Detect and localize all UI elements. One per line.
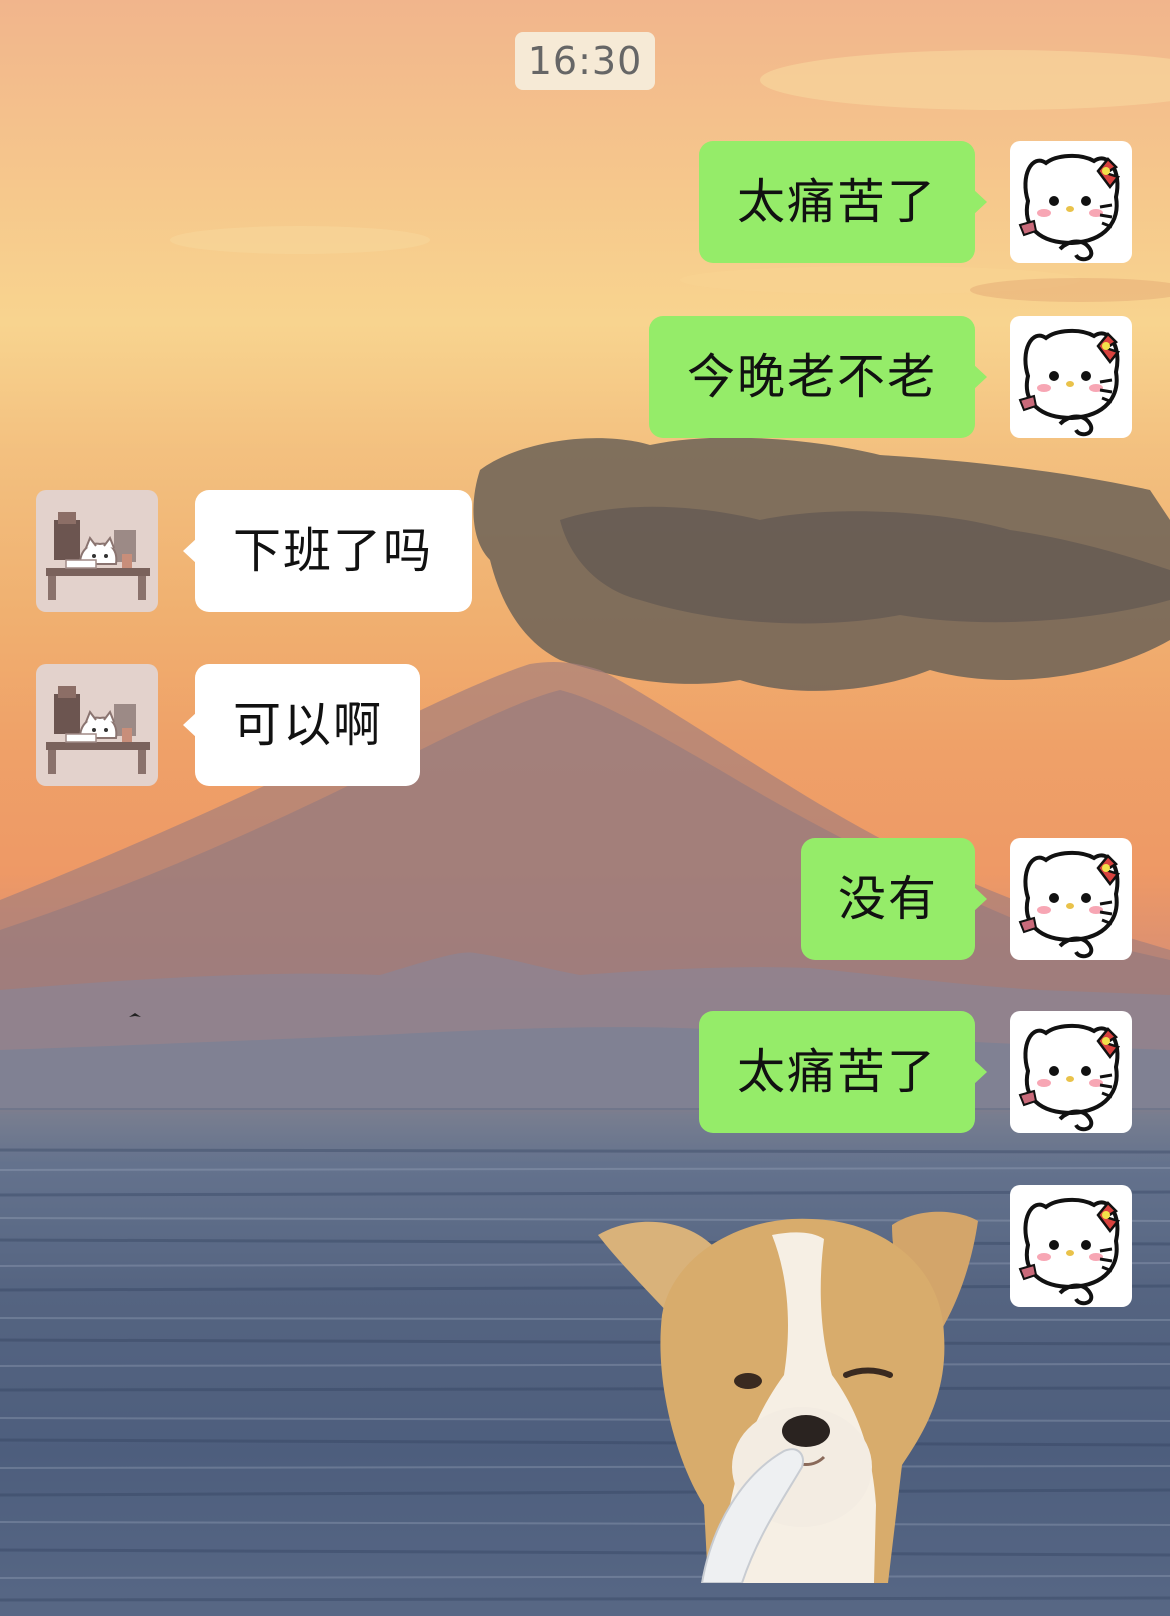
self-avatar[interactable] xyxy=(1010,1185,1132,1307)
sent-message-bubble[interactable]: 没有 xyxy=(801,838,987,960)
hello-kitty-avatar-icon xyxy=(1010,316,1132,438)
self-avatar[interactable] xyxy=(1010,838,1132,960)
received-message-bubble[interactable]: 可以啊 xyxy=(183,664,420,786)
winking-dog-sticker[interactable] xyxy=(592,1205,978,1583)
sent-message-bubble[interactable]: 太痛苦了 xyxy=(699,1011,987,1133)
sent-message-bubble[interactable]: 今晚老不老 xyxy=(649,316,987,438)
hello-kitty-avatar-icon xyxy=(1010,838,1132,960)
contact-avatar[interactable] xyxy=(36,664,158,786)
message-timestamp: 16:30 xyxy=(515,32,655,90)
contact-avatar[interactable] xyxy=(36,490,158,612)
chat-screen: 16:30 太痛苦了 今晚老不老 下班了吗 可以啊 没有 太痛苦了 xyxy=(0,0,1170,1616)
hello-kitty-avatar-icon xyxy=(1010,141,1132,263)
self-avatar[interactable] xyxy=(1010,141,1132,263)
cat-at-desk-avatar-icon xyxy=(36,490,158,612)
sent-message-bubble[interactable]: 太痛苦了 xyxy=(699,141,987,263)
cat-at-desk-avatar-icon xyxy=(36,664,158,786)
sunset-wallpaper xyxy=(0,50,1170,1616)
winking-dog-icon xyxy=(598,1211,978,1583)
received-message-bubble[interactable]: 下班了吗 xyxy=(183,490,472,612)
hello-kitty-avatar-icon xyxy=(1010,1185,1132,1307)
hello-kitty-avatar-icon xyxy=(1010,1011,1132,1133)
self-avatar[interactable] xyxy=(1010,316,1132,438)
self-avatar[interactable] xyxy=(1010,1011,1132,1133)
